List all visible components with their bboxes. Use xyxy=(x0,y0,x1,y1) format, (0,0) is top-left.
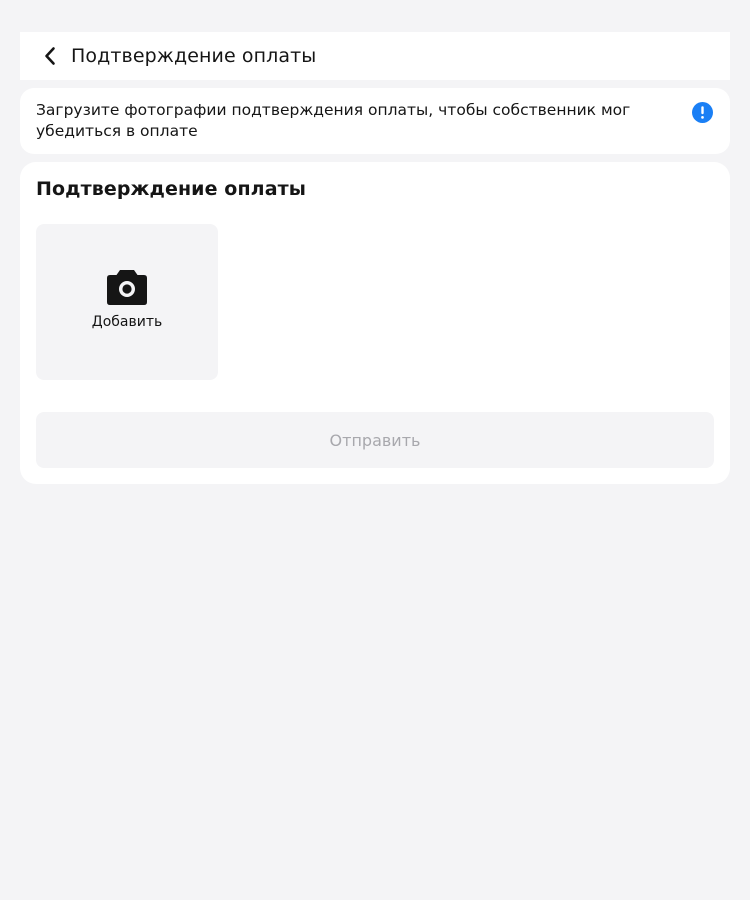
notice-text: Загрузите фотографии подтверждения оплат… xyxy=(36,101,631,140)
page-title: Подтверждение оплаты xyxy=(71,45,317,67)
info-notice: Загрузите фотографии подтверждения оплат… xyxy=(20,88,730,154)
top-bar: Подтверждение оплаты xyxy=(20,32,730,80)
section-title: Подтверждение оплаты xyxy=(36,178,307,200)
payment-proof-card: Подтверждение оплаты Добавить Отправить xyxy=(20,162,730,484)
add-photo-label: Добавить xyxy=(91,314,163,330)
submit-button[interactable]: Отправить xyxy=(36,412,714,468)
back-button[interactable] xyxy=(32,32,68,80)
add-photo-button[interactable]: Добавить xyxy=(36,224,218,380)
camera-icon xyxy=(107,270,147,305)
info-icon[interactable] xyxy=(692,102,713,123)
chevron-left-icon xyxy=(45,47,55,65)
